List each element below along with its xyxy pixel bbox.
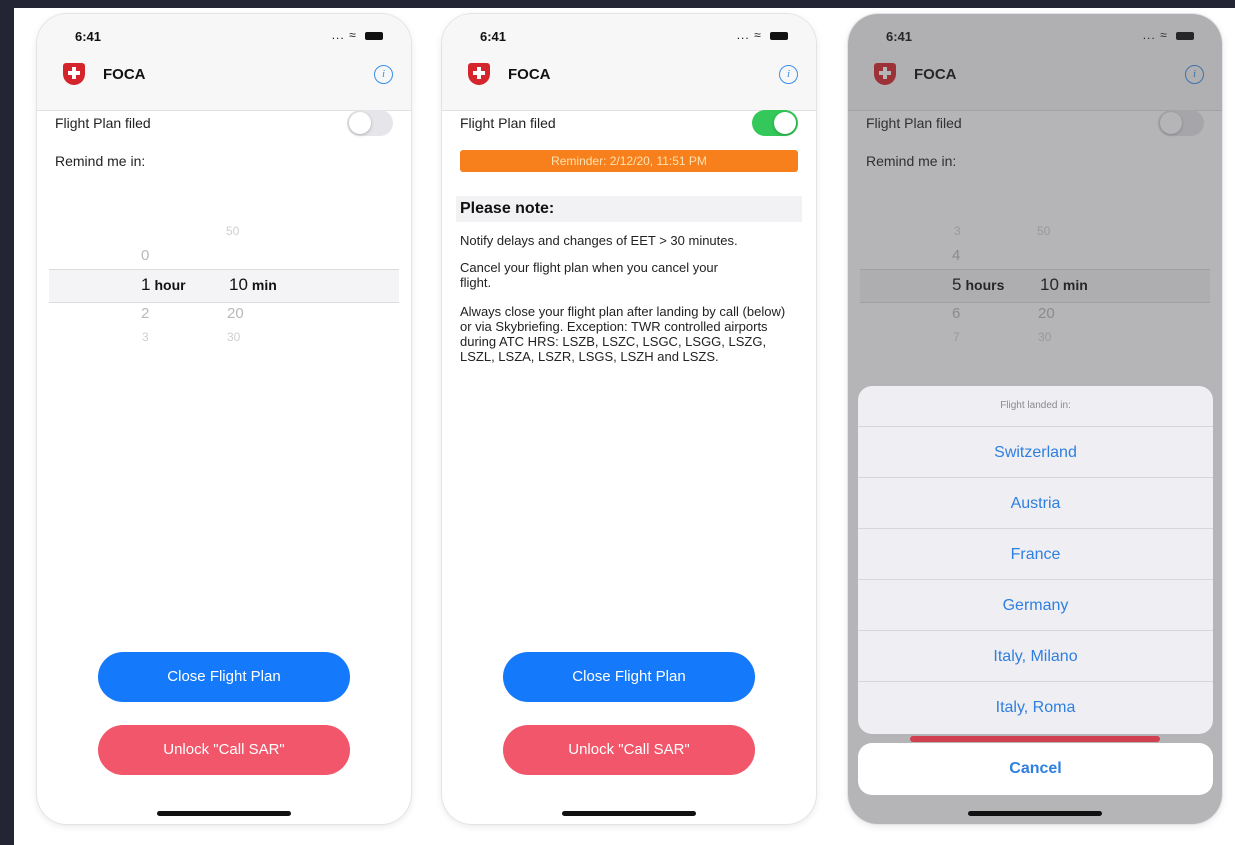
app-title: FOCA [103, 66, 146, 83]
toggle-knob [774, 112, 796, 134]
battery-icon [365, 31, 383, 40]
note-title: Please note: [460, 200, 555, 217]
reminder-banner: Reminder: 2/12/20, 11:51 PM [460, 150, 798, 172]
note-paragraph: Cancel your flight plan when you cancel … [460, 260, 718, 290]
picker-minute[interactable]: 20 [227, 305, 244, 322]
home-indicator[interactable] [157, 811, 291, 816]
signal-icon: ... [736, 28, 750, 42]
note-paragraph: Notify delays and changes of EET > 30 mi… [460, 233, 738, 248]
option-france[interactable]: France [858, 528, 1213, 580]
flight-plan-filed-label: Flight Plan filed [55, 115, 151, 131]
option-italy-milano[interactable]: Italy, Milano [858, 630, 1213, 682]
picker-hour[interactable]: 0 [141, 247, 149, 264]
info-circle-icon[interactable]: i [374, 65, 393, 84]
status-time: 6:41 [480, 29, 507, 44]
option-italy-roma[interactable]: Italy, Roma [858, 681, 1213, 733]
battery-icon [770, 31, 788, 40]
home-indicator[interactable] [968, 811, 1102, 816]
remind-me-in-label: Remind me in: [55, 153, 146, 169]
close-flight-plan-button[interactable]: Close Flight Plan [98, 652, 350, 702]
toggle-knob [349, 112, 371, 134]
picker-minute-selected[interactable]: 10 min [229, 275, 277, 295]
wifi-icon: ≈ [754, 28, 762, 42]
signal-icon: ... [331, 28, 345, 42]
app-title: FOCA [508, 66, 551, 83]
phone-screen-1: 6:41 ... ≈ FOCA i Flight Plan filed Remi… [37, 14, 411, 824]
picker-hour[interactable]: 2 [141, 305, 149, 322]
phone-screen-3: 6:41 ... ≈ FOCA i Flight Plan filed Remi… [848, 14, 1222, 824]
note-header: Please note: [456, 196, 802, 222]
option-austria[interactable]: Austria [858, 477, 1213, 529]
status-bar: 6:41 ... ≈ [37, 14, 411, 54]
close-flight-plan-button[interactable]: Close Flight Plan [503, 652, 755, 702]
cancel-button[interactable]: Cancel [858, 743, 1213, 795]
status-bar: 6:41 ... ≈ [442, 14, 816, 54]
flight-plan-filed-toggle[interactable] [347, 110, 393, 136]
flight-plan-filed-label: Flight Plan filed [460, 115, 556, 131]
status-icons: ... ≈ [737, 28, 788, 42]
minute-unit-label: min [251, 277, 277, 293]
phone-screen-2: 6:41 ... ≈ FOCA i Flight Plan filed Remi… [442, 14, 816, 824]
home-indicator[interactable] [562, 811, 696, 816]
hour-unit-label: hour [154, 277, 186, 293]
picker-minute[interactable]: 30 [227, 330, 240, 344]
unlock-call-sar-button[interactable]: Unlock "Call SAR" [503, 725, 755, 775]
picker-hour[interactable]: 3 [142, 330, 149, 344]
action-sheet-title: Flight landed in: [1000, 400, 1071, 411]
picker-minute[interactable]: 50 [226, 224, 239, 238]
swiss-cross-shield-icon [468, 63, 490, 85]
unlock-call-sar-button[interactable]: Unlock "Call SAR" [98, 725, 350, 775]
option-switzerland[interactable]: Switzerland [858, 426, 1213, 478]
status-icons: ... ≈ [332, 28, 383, 42]
nav-bar: FOCA i [442, 54, 816, 111]
picker-selection-band [49, 269, 399, 303]
picker-hour-selected[interactable]: 1 hour [141, 275, 186, 295]
note-paragraph: Always close your flight plan after land… [460, 304, 786, 364]
swiss-cross-shield-icon [63, 63, 85, 85]
info-circle-icon[interactable]: i [779, 65, 798, 84]
status-time: 6:41 [75, 29, 102, 44]
flight-plan-filed-toggle[interactable] [752, 110, 798, 136]
action-sheet: Flight landed in: Switzerland Austria Fr… [858, 386, 1213, 734]
wifi-icon: ≈ [349, 28, 357, 42]
sar-button-peek [910, 736, 1160, 742]
option-germany[interactable]: Germany [858, 579, 1213, 631]
nav-bar: FOCA i [37, 54, 411, 111]
